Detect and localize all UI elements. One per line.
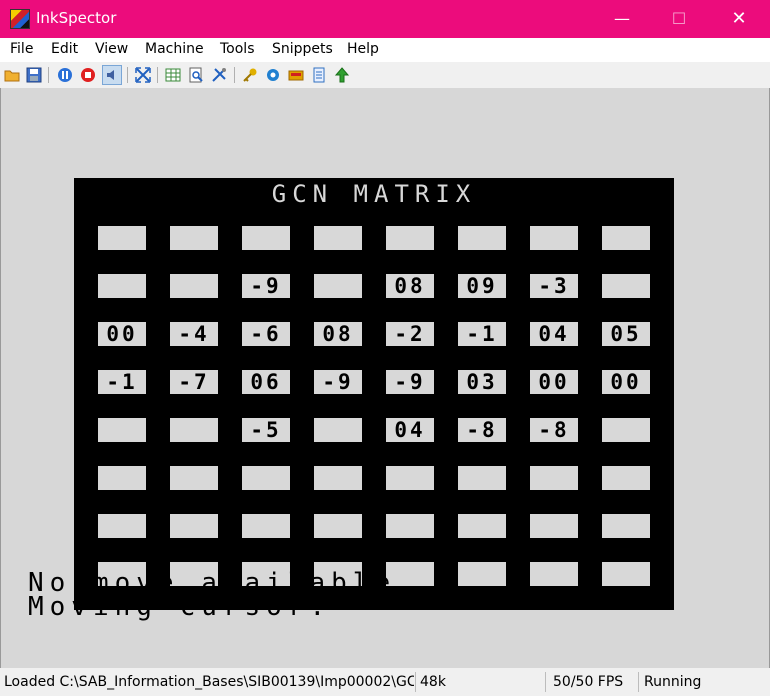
matrix-title: GCN MATRIX — [271, 180, 477, 208]
matrix-cell — [458, 562, 506, 586]
matrix-cell: -8 — [530, 418, 578, 442]
matrix-cell — [602, 274, 650, 298]
matrix-cell — [602, 562, 650, 586]
matrix-cell — [242, 226, 290, 250]
status-loaded-path: Loaded C:\SAB_Information_Bases\SIB00139… — [4, 674, 414, 690]
status-memory: 48k — [420, 674, 446, 690]
matrix-cell — [170, 514, 218, 538]
matrix-cell — [386, 226, 434, 250]
matrix-cell: -4 — [170, 322, 218, 346]
matrix-cell: -3 — [530, 274, 578, 298]
document-icon[interactable] — [311, 67, 327, 83]
matrix-cell — [98, 274, 146, 298]
matrix-cell — [314, 466, 362, 490]
gcn-matrix-screen: GCN MATRIX -9 08 09 -3 00 -4 -6 08 -2 -1 04 05 -1 -7 0… — [74, 178, 674, 610]
menu-file[interactable]: File — [10, 41, 33, 57]
minimize-button[interactable]: — — [595, 0, 649, 38]
matrix-cell — [458, 226, 506, 250]
matrix-cell — [314, 274, 362, 298]
matrix-cell: -2 — [386, 322, 434, 346]
matrix-cell — [170, 274, 218, 298]
matrix-cell: -7 — [170, 370, 218, 394]
table-icon[interactable] — [165, 67, 181, 83]
matrix-cell — [314, 514, 362, 538]
status-bar: Loaded C:\SAB_Information_Bases\SIB00139… — [0, 668, 770, 696]
matrix-cell: 06 — [242, 370, 290, 394]
matrix-cell — [386, 514, 434, 538]
matrix-cell — [602, 466, 650, 490]
menu-view[interactable]: View — [95, 41, 128, 57]
matrix-cell — [98, 226, 146, 250]
matrix-cell — [242, 466, 290, 490]
matrix-cell: 09 — [458, 274, 506, 298]
status-message-2: Moving cursor. — [28, 592, 332, 622]
matrix-cell — [170, 466, 218, 490]
fullscreen-icon[interactable] — [135, 67, 151, 83]
matrix-cell: -9 — [314, 370, 362, 394]
matrix-cell: 04 — [386, 418, 434, 442]
matrix-cell: 00 — [530, 370, 578, 394]
matrix-cell — [386, 466, 434, 490]
tools-icon[interactable] — [211, 67, 227, 83]
matrix-cell: 08 — [386, 274, 434, 298]
matrix-cell: -1 — [458, 322, 506, 346]
emulator-display: GCN MATRIX -9 08 09 -3 00 -4 -6 08 -2 -1 04 05 -1 -7 0… — [0, 88, 770, 668]
inspect-icon[interactable] — [188, 67, 204, 83]
matrix-cell — [314, 226, 362, 250]
matrix-cell — [170, 418, 218, 442]
matrix-cell — [242, 514, 290, 538]
menu-edit[interactable]: Edit — [51, 41, 78, 57]
matrix-cell: -9 — [386, 370, 434, 394]
matrix-cell — [458, 466, 506, 490]
menu-machine[interactable]: Machine — [145, 41, 204, 57]
matrix-cell: 08 — [314, 322, 362, 346]
matrix-cell — [530, 514, 578, 538]
matrix-cell — [602, 418, 650, 442]
matrix-cell — [530, 226, 578, 250]
matrix-cell: -8 — [458, 418, 506, 442]
matrix-cell — [530, 466, 578, 490]
open-folder-icon[interactable] — [4, 67, 20, 83]
matrix-cell — [458, 514, 506, 538]
matrix-cell: 03 — [458, 370, 506, 394]
matrix-cell: 04 — [530, 322, 578, 346]
tape-icon[interactable] — [288, 67, 304, 83]
matrix-cell — [98, 418, 146, 442]
maximize-button[interactable]: ☐ — [652, 0, 706, 38]
matrix-cell: -1 — [98, 370, 146, 394]
matrix-cell — [314, 418, 362, 442]
matrix-cell: -6 — [242, 322, 290, 346]
matrix-cell — [170, 226, 218, 250]
menu-bar: File Edit View Machine Tools Snippets He… — [0, 38, 770, 62]
matrix-cell: -9 — [242, 274, 290, 298]
pause-icon[interactable] — [57, 67, 73, 83]
matrix-cell: -5 — [242, 418, 290, 442]
status-state: Running — [644, 674, 702, 690]
status-fps: 50/50 FPS — [553, 674, 624, 690]
matrix-cell: 05 — [602, 322, 650, 346]
matrix-cell — [602, 226, 650, 250]
menu-snippets[interactable]: Snippets — [272, 41, 333, 57]
matrix-cell — [98, 514, 146, 538]
sound-icon[interactable] — [102, 65, 122, 85]
matrix-cell — [602, 514, 650, 538]
matrix-cell — [98, 466, 146, 490]
matrix-cell: 00 — [602, 370, 650, 394]
app-icon — [10, 9, 30, 29]
title-bar: InkSpector — ☐ ✕ — [0, 0, 770, 38]
key-icon[interactable] — [242, 67, 258, 83]
settings-icon[interactable] — [265, 67, 281, 83]
stop-icon[interactable] — [80, 67, 96, 83]
close-button[interactable]: ✕ — [712, 0, 766, 38]
matrix-cell — [530, 562, 578, 586]
toolbar — [0, 62, 770, 88]
save-icon[interactable] — [26, 67, 42, 83]
menu-help[interactable]: Help — [347, 41, 379, 57]
window-title: InkSpector — [36, 9, 117, 27]
menu-tools[interactable]: Tools — [220, 41, 255, 57]
upload-arrow-icon[interactable] — [334, 67, 350, 83]
matrix-cell: 00 — [98, 322, 146, 346]
